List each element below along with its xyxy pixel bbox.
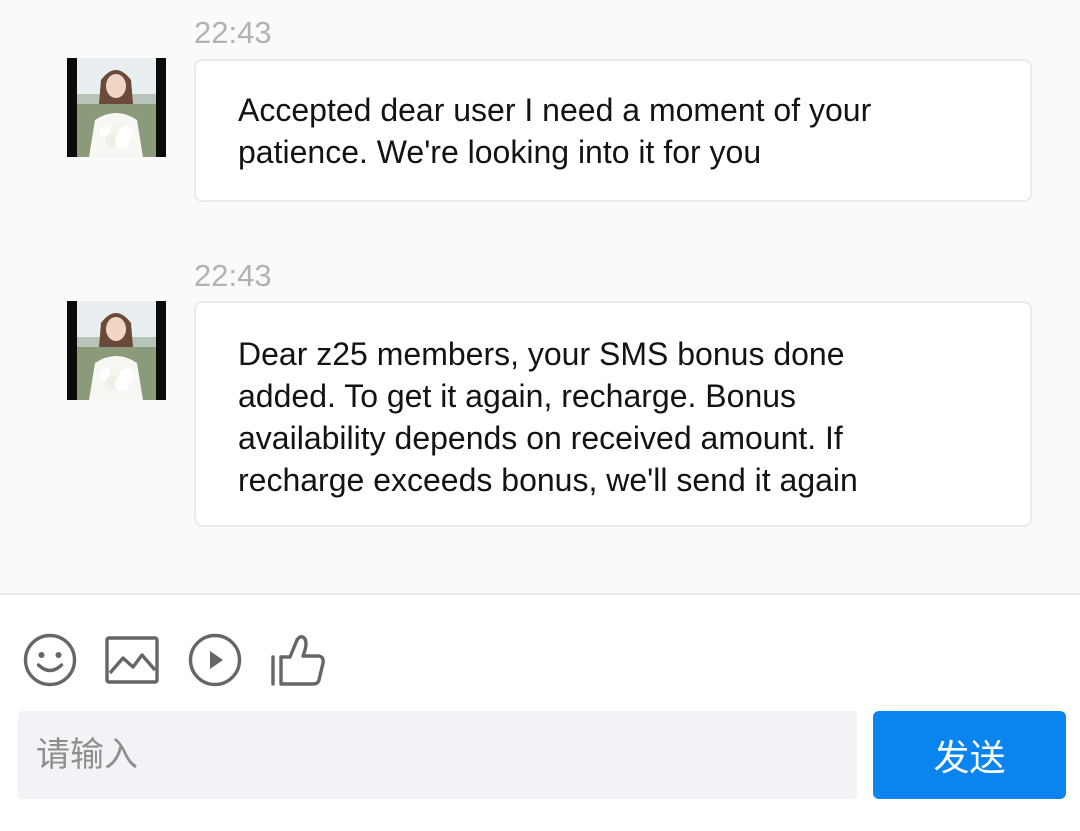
message-bubble[interactable]: Accepted dear user I need a moment of yo… (194, 59, 1032, 202)
message-input[interactable] (36, 735, 839, 775)
avatar[interactable] (67, 301, 166, 400)
message-bubble[interactable]: Dear z25 members, your SMS bonus done ad… (194, 301, 1032, 527)
message-input-container[interactable] (18, 711, 857, 799)
input-toolbar: 发送 (0, 597, 1080, 831)
chat-area: 22:43 Accepted dear user I need a moment… (0, 0, 1080, 595)
image-icon[interactable] (102, 630, 162, 690)
message-timestamp: 22:43 (194, 258, 272, 293)
avatar[interactable] (67, 58, 166, 157)
message-line: added. To get it again, recharge. Bonus (238, 378, 797, 414)
avatar-photo (67, 301, 166, 400)
message-line: availability depends on received amount.… (238, 420, 843, 456)
thumbs-up-icon[interactable] (268, 630, 328, 690)
video-play-icon[interactable] (185, 630, 245, 690)
message-timestamp: 22:43 (194, 15, 272, 50)
message-line: recharge exceeds bonus, we'll send it ag… (238, 462, 858, 498)
send-button[interactable]: 发送 (873, 711, 1066, 799)
emoji-icon[interactable] (20, 630, 80, 690)
message-line: Accepted dear user I need a moment of yo… (238, 92, 872, 128)
message-line: Dear z25 members, your SMS bonus done (238, 336, 845, 372)
message-line: patience. We're looking into it for you (238, 134, 762, 170)
avatar-photo (67, 58, 166, 157)
